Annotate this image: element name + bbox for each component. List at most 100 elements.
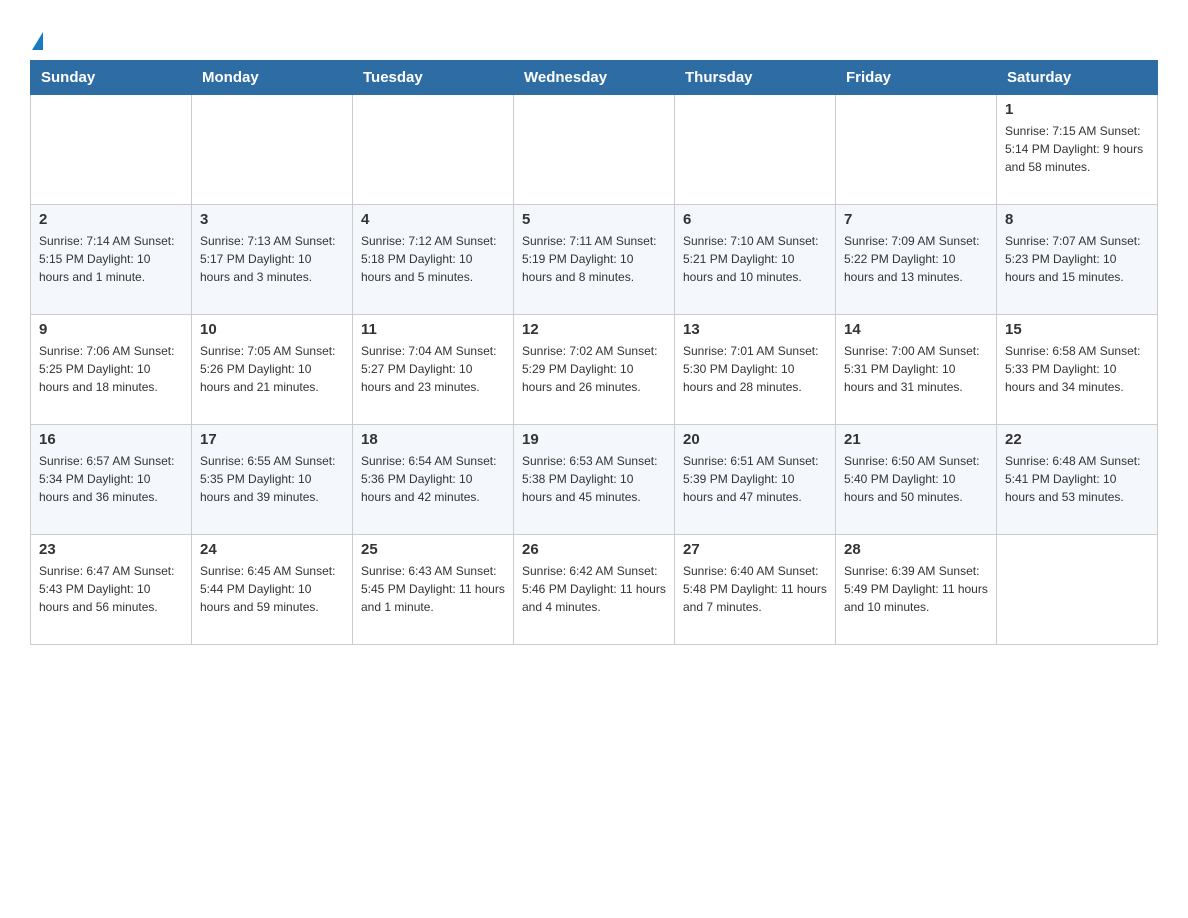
day-sun-info: Sunrise: 7:15 AM Sunset: 5:14 PM Dayligh… xyxy=(1005,122,1149,176)
calendar-day-cell: 17 Sunrise: 6:55 AM Sunset: 5:35 PM Dayli… xyxy=(192,425,353,535)
calendar-day-cell: 6 Sunrise: 7:10 AM Sunset: 5:21 PM Daylig… xyxy=(675,205,836,315)
day-sun-info: Sunrise: 6:45 AM Sunset: 5:44 PM Dayligh… xyxy=(200,562,344,616)
day-number: 16 xyxy=(39,431,183,448)
day-number: 23 xyxy=(39,541,183,558)
page-header xyxy=(30,20,1158,50)
day-sun-info: Sunrise: 7:10 AM Sunset: 5:21 PM Dayligh… xyxy=(683,232,827,286)
calendar-day-cell: 22 Sunrise: 6:48 AM Sunset: 5:41 PM Dayli… xyxy=(997,425,1158,535)
logo xyxy=(30,20,43,50)
day-number: 14 xyxy=(844,321,988,338)
day-sun-info: Sunrise: 7:00 AM Sunset: 5:31 PM Dayligh… xyxy=(844,342,988,396)
calendar-day-cell xyxy=(514,95,675,205)
day-sun-info: Sunrise: 6:57 AM Sunset: 5:34 PM Dayligh… xyxy=(39,452,183,506)
day-number: 22 xyxy=(1005,431,1149,448)
calendar-day-cell: 13 Sunrise: 7:01 AM Sunset: 5:30 PM Dayli… xyxy=(675,315,836,425)
day-sun-info: Sunrise: 6:40 AM Sunset: 5:48 PM Dayligh… xyxy=(683,562,827,616)
day-sun-info: Sunrise: 7:09 AM Sunset: 5:22 PM Dayligh… xyxy=(844,232,988,286)
day-number: 10 xyxy=(200,321,344,338)
day-sun-info: Sunrise: 7:05 AM Sunset: 5:26 PM Dayligh… xyxy=(200,342,344,396)
day-number: 4 xyxy=(361,211,505,228)
day-number: 6 xyxy=(683,211,827,228)
day-sun-info: Sunrise: 7:07 AM Sunset: 5:23 PM Dayligh… xyxy=(1005,232,1149,286)
day-number: 3 xyxy=(200,211,344,228)
calendar-day-cell: 24 Sunrise: 6:45 AM Sunset: 5:44 PM Dayli… xyxy=(192,535,353,645)
calendar-day-cell: 9Sunrise: 7:06 AM Sunset: 5:25 PM Daylig… xyxy=(31,315,192,425)
day-sun-info: Sunrise: 7:11 AM Sunset: 5:19 PM Dayligh… xyxy=(522,232,666,286)
day-number: 8 xyxy=(1005,211,1149,228)
day-number: 13 xyxy=(683,321,827,338)
day-number: 28 xyxy=(844,541,988,558)
day-number: 26 xyxy=(522,541,666,558)
calendar-day-cell: 16 Sunrise: 6:57 AM Sunset: 5:34 PM Dayli… xyxy=(31,425,192,535)
calendar-day-cell: 15Sunrise: 6:58 AM Sunset: 5:33 PM Dayli… xyxy=(997,315,1158,425)
day-number: 17 xyxy=(200,431,344,448)
day-of-week-header: Wednesday xyxy=(514,61,675,95)
calendar-week-row: 1 Sunrise: 7:15 AM Sunset: 5:14 PM Daylig… xyxy=(31,95,1158,205)
day-sun-info: Sunrise: 7:01 AM Sunset: 5:30 PM Dayligh… xyxy=(683,342,827,396)
day-sun-info: Sunrise: 6:39 AM Sunset: 5:49 PM Dayligh… xyxy=(844,562,988,616)
calendar-day-cell xyxy=(836,95,997,205)
calendar-week-row: 2 Sunrise: 7:14 AM Sunset: 5:15 PM Daylig… xyxy=(31,205,1158,315)
calendar-day-cell: 28 Sunrise: 6:39 AM Sunset: 5:49 PM Dayli… xyxy=(836,535,997,645)
day-sun-info: Sunrise: 6:54 AM Sunset: 5:36 PM Dayligh… xyxy=(361,452,505,506)
calendar-day-cell: 18 Sunrise: 6:54 AM Sunset: 5:36 PM Dayli… xyxy=(353,425,514,535)
day-sun-info: Sunrise: 6:53 AM Sunset: 5:38 PM Dayligh… xyxy=(522,452,666,506)
day-of-week-header: Saturday xyxy=(997,61,1158,95)
calendar-day-cell xyxy=(675,95,836,205)
day-number: 1 xyxy=(1005,101,1149,118)
calendar-day-cell: 20 Sunrise: 6:51 AM Sunset: 5:39 PM Dayli… xyxy=(675,425,836,535)
calendar-day-cell: 26 Sunrise: 6:42 AM Sunset: 5:46 PM Dayli… xyxy=(514,535,675,645)
day-number: 21 xyxy=(844,431,988,448)
day-sun-info: Sunrise: 7:04 AM Sunset: 5:27 PM Dayligh… xyxy=(361,342,505,396)
day-sun-info: Sunrise: 7:06 AM Sunset: 5:25 PM Dayligh… xyxy=(39,342,183,396)
calendar-day-cell: 10 Sunrise: 7:05 AM Sunset: 5:26 PM Dayli… xyxy=(192,315,353,425)
calendar-week-row: 9Sunrise: 7:06 AM Sunset: 5:25 PM Daylig… xyxy=(31,315,1158,425)
day-number: 20 xyxy=(683,431,827,448)
day-sun-info: Sunrise: 7:13 AM Sunset: 5:17 PM Dayligh… xyxy=(200,232,344,286)
day-sun-info: Sunrise: 7:02 AM Sunset: 5:29 PM Dayligh… xyxy=(522,342,666,396)
day-number: 24 xyxy=(200,541,344,558)
calendar-day-cell: 7 Sunrise: 7:09 AM Sunset: 5:22 PM Daylig… xyxy=(836,205,997,315)
calendar-day-cell: 11 Sunrise: 7:04 AM Sunset: 5:27 PM Dayli… xyxy=(353,315,514,425)
day-number: 5 xyxy=(522,211,666,228)
calendar-day-cell: 2 Sunrise: 7:14 AM Sunset: 5:15 PM Daylig… xyxy=(31,205,192,315)
calendar-week-row: 23 Sunrise: 6:47 AM Sunset: 5:43 PM Dayli… xyxy=(31,535,1158,645)
day-sun-info: Sunrise: 6:55 AM Sunset: 5:35 PM Dayligh… xyxy=(200,452,344,506)
calendar-day-cell: 4 Sunrise: 7:12 AM Sunset: 5:18 PM Daylig… xyxy=(353,205,514,315)
day-of-week-header: Sunday xyxy=(31,61,192,95)
day-of-week-header: Thursday xyxy=(675,61,836,95)
calendar-day-cell: 25 Sunrise: 6:43 AM Sunset: 5:45 PM Dayli… xyxy=(353,535,514,645)
day-sun-info: Sunrise: 6:47 AM Sunset: 5:43 PM Dayligh… xyxy=(39,562,183,616)
day-sun-info: Sunrise: 6:42 AM Sunset: 5:46 PM Dayligh… xyxy=(522,562,666,616)
day-of-week-header: Monday xyxy=(192,61,353,95)
calendar-table: SundayMondayTuesdayWednesdayThursdayFrid… xyxy=(30,60,1158,645)
day-of-week-header: Friday xyxy=(836,61,997,95)
calendar-day-cell: 8 Sunrise: 7:07 AM Sunset: 5:23 PM Daylig… xyxy=(997,205,1158,315)
calendar-day-cell xyxy=(192,95,353,205)
calendar-week-row: 16 Sunrise: 6:57 AM Sunset: 5:34 PM Dayli… xyxy=(31,425,1158,535)
calendar-day-cell: 21 Sunrise: 6:50 AM Sunset: 5:40 PM Dayli… xyxy=(836,425,997,535)
day-sun-info: Sunrise: 7:12 AM Sunset: 5:18 PM Dayligh… xyxy=(361,232,505,286)
day-sun-info: Sunrise: 7:14 AM Sunset: 5:15 PM Dayligh… xyxy=(39,232,183,286)
day-number: 27 xyxy=(683,541,827,558)
day-sun-info: Sunrise: 6:51 AM Sunset: 5:39 PM Dayligh… xyxy=(683,452,827,506)
calendar-day-cell xyxy=(997,535,1158,645)
calendar-day-cell xyxy=(31,95,192,205)
calendar-day-cell: 19 Sunrise: 6:53 AM Sunset: 5:38 PM Dayli… xyxy=(514,425,675,535)
day-number: 11 xyxy=(361,321,505,338)
day-number: 18 xyxy=(361,431,505,448)
day-number: 2 xyxy=(39,211,183,228)
day-sun-info: Sunrise: 6:43 AM Sunset: 5:45 PM Dayligh… xyxy=(361,562,505,616)
day-number: 15 xyxy=(1005,321,1149,338)
calendar-day-cell: 1 Sunrise: 7:15 AM Sunset: 5:14 PM Daylig… xyxy=(997,95,1158,205)
calendar-day-cell: 3 Sunrise: 7:13 AM Sunset: 5:17 PM Daylig… xyxy=(192,205,353,315)
day-sun-info: Sunrise: 6:50 AM Sunset: 5:40 PM Dayligh… xyxy=(844,452,988,506)
day-of-week-header: Tuesday xyxy=(353,61,514,95)
calendar-day-cell: 5 Sunrise: 7:11 AM Sunset: 5:19 PM Daylig… xyxy=(514,205,675,315)
calendar-day-cell: 27 Sunrise: 6:40 AM Sunset: 5:48 PM Dayli… xyxy=(675,535,836,645)
day-number: 25 xyxy=(361,541,505,558)
calendar-day-cell xyxy=(353,95,514,205)
day-sun-info: Sunrise: 6:48 AM Sunset: 5:41 PM Dayligh… xyxy=(1005,452,1149,506)
day-number: 7 xyxy=(844,211,988,228)
day-number: 19 xyxy=(522,431,666,448)
